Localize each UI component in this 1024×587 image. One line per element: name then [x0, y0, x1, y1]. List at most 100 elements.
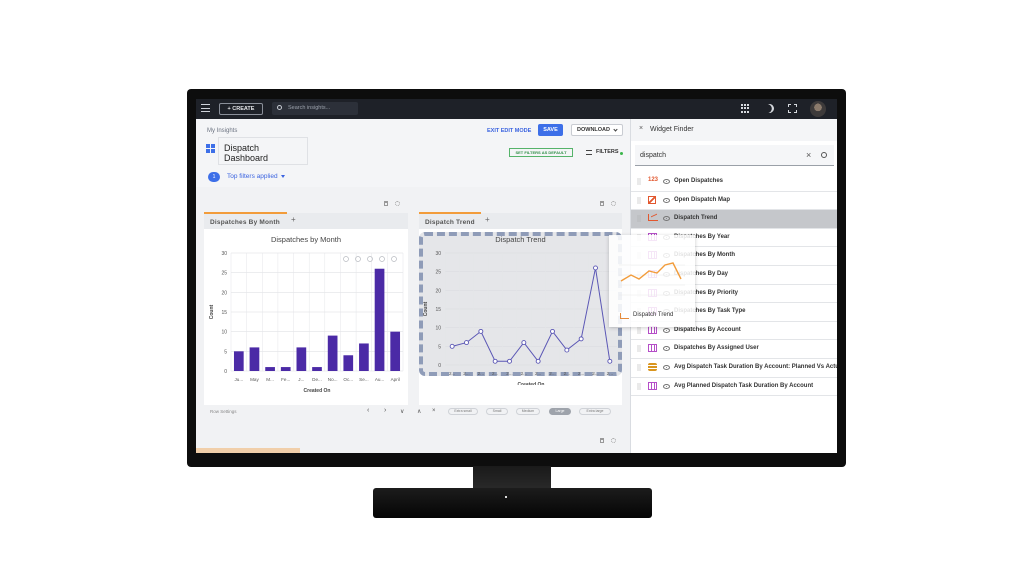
chevron-right-icon[interactable]: ›	[384, 407, 386, 414]
user-avatar[interactable]	[810, 101, 826, 117]
x-tick-label: Fe...	[281, 377, 290, 382]
breadcrumb[interactable]: My Insights	[207, 128, 237, 134]
size-chip-extra-large[interactable]: Extra large	[579, 408, 611, 415]
bar[interactable]	[312, 367, 322, 371]
drag-handle-icon[interactable]	[637, 326, 641, 334]
widget-search-input[interactable]: dispatch	[635, 145, 834, 166]
x-tick-label: 2...	[521, 371, 527, 376]
y-tick-label: 25	[435, 270, 441, 276]
chevron-left-icon[interactable]: ‹	[367, 407, 369, 414]
dashboard-title-field[interactable]: Dispatch Dashboard	[218, 137, 308, 165]
bar[interactable]	[265, 367, 275, 371]
bar[interactable]	[249, 347, 260, 371]
widget-list-item-label: Avg Dispatch Task Duration By Account: P…	[674, 363, 837, 370]
drag-handle-icon[interactable]	[637, 345, 641, 353]
bar[interactable]	[296, 347, 307, 371]
data-point[interactable]	[449, 343, 455, 349]
reset-icon[interactable]	[391, 256, 397, 262]
eye-icon[interactable]	[663, 364, 670, 370]
fullscreen-icon[interactable]	[788, 104, 797, 113]
widget-list-item[interactable]: Open Dispatch Map	[631, 192, 837, 211]
bar[interactable]	[280, 367, 291, 371]
widget-list-item[interactable]: 123 Open Dispatches	[631, 173, 837, 192]
x-tick-label: 2...	[506, 371, 512, 376]
chevron-down-icon[interactable]: ∨	[400, 408, 404, 415]
add-tab-icon[interactable]: +	[485, 215, 490, 224]
eye-icon[interactable]	[663, 383, 670, 389]
row-settings-label[interactable]: Row Settings	[210, 409, 237, 414]
widget-list-item[interactable]: Dispatch Trend	[631, 210, 837, 229]
drag-handle-icon[interactable]	[637, 178, 641, 185]
bar[interactable]	[233, 351, 244, 371]
data-point[interactable]	[607, 358, 613, 364]
drag-handle-icon[interactable]	[637, 215, 641, 223]
gear-icon[interactable]	[395, 201, 400, 206]
chevron-up-icon[interactable]: ∧	[417, 408, 421, 415]
bar[interactable]	[390, 331, 401, 371]
data-point[interactable]	[464, 340, 469, 346]
set-filters-default-button[interactable]: SET FILTERS AS DEFAULT	[509, 148, 573, 157]
download-button[interactable]: DOWNLOAD	[571, 124, 623, 136]
eye-icon[interactable]	[663, 197, 670, 203]
widget-list-item[interactable]: Avg Dispatch Task Duration By Account: P…	[631, 359, 837, 378]
size-chip-small[interactable]: Small	[486, 408, 508, 415]
gear-icon[interactable]	[611, 438, 616, 443]
close-icon[interactable]: ×	[639, 125, 643, 132]
data-point[interactable]	[578, 336, 584, 342]
size-chip-large[interactable]: Large	[549, 408, 571, 415]
tab-dispatches-by-month[interactable]: Dispatches By Month	[204, 212, 287, 228]
apps-grid-icon[interactable]	[741, 104, 750, 113]
data-point[interactable]	[593, 265, 598, 271]
data-point[interactable]	[492, 358, 498, 364]
close-icon[interactable]: ×	[432, 408, 436, 414]
search-input[interactable]: Search insights...	[272, 102, 358, 115]
search-icon	[277, 105, 282, 110]
widget-list-item-label: Open Dispatches	[674, 178, 724, 184]
data-point[interactable]	[535, 358, 541, 364]
monitor-stand-base	[373, 488, 652, 518]
data-point[interactable]	[478, 328, 484, 334]
x-tick-label: De...	[312, 377, 322, 382]
filters-button[interactable]: FILTERS	[586, 149, 623, 155]
top-filters-dropdown[interactable]: Top filters applied	[227, 173, 285, 180]
bar[interactable]	[343, 355, 354, 371]
data-point[interactable]	[521, 340, 527, 346]
x-tick-label: Oc...	[343, 377, 353, 382]
save-button[interactable]: SAVE	[538, 124, 563, 136]
trash-icon[interactable]	[600, 438, 604, 443]
drag-handle-icon[interactable]	[637, 382, 641, 390]
zoom-in-icon[interactable]	[343, 256, 349, 262]
widget-list-item-label: Dispatches By Account	[674, 326, 741, 333]
data-point[interactable]	[507, 358, 512, 364]
gear-icon[interactable]	[611, 201, 616, 206]
bar-chart: 0 5 10 15 20 25 30 Count Created On Ju... May M... F…	[209, 251, 404, 394]
bar[interactable]	[327, 335, 338, 371]
hamburger-menu-icon[interactable]	[201, 104, 210, 113]
size-chip-medium[interactable]: Medium	[516, 408, 540, 415]
data-point[interactable]	[564, 347, 570, 353]
search-icon[interactable]	[821, 152, 827, 158]
pan-icon[interactable]	[379, 256, 385, 262]
x-tick-label: 2...	[478, 371, 484, 376]
create-button[interactable]: + CREATE	[219, 103, 263, 115]
drag-handle-icon[interactable]	[637, 196, 641, 204]
data-point[interactable]	[550, 328, 555, 334]
dark-mode-icon[interactable]	[763, 102, 775, 114]
left-widget-tools	[384, 201, 400, 208]
trash-icon[interactable]	[384, 201, 388, 206]
widget-list-item[interactable]: Dispatches By Assigned User	[631, 340, 837, 359]
bar[interactable]	[374, 268, 385, 371]
eye-icon[interactable]	[663, 216, 670, 222]
drag-handle-icon[interactable]	[637, 363, 641, 371]
trash-icon[interactable]	[600, 201, 604, 206]
eye-icon[interactable]	[663, 346, 670, 352]
exit-edit-mode-link[interactable]: EXIT EDIT MODE	[487, 128, 531, 134]
eye-icon[interactable]	[663, 179, 670, 184]
clear-icon[interactable]: ×	[806, 150, 811, 160]
size-chip-extra-small[interactable]: Extra small	[448, 408, 478, 415]
bar[interactable]	[359, 343, 369, 371]
tab-dispatch-trend[interactable]: Dispatch Trend	[419, 212, 481, 228]
eye-icon[interactable]	[663, 327, 670, 333]
add-tab-icon[interactable]: +	[291, 215, 296, 224]
widget-list-item[interactable]: Avg Planned Dispatch Task Duration By Ac…	[631, 378, 837, 397]
